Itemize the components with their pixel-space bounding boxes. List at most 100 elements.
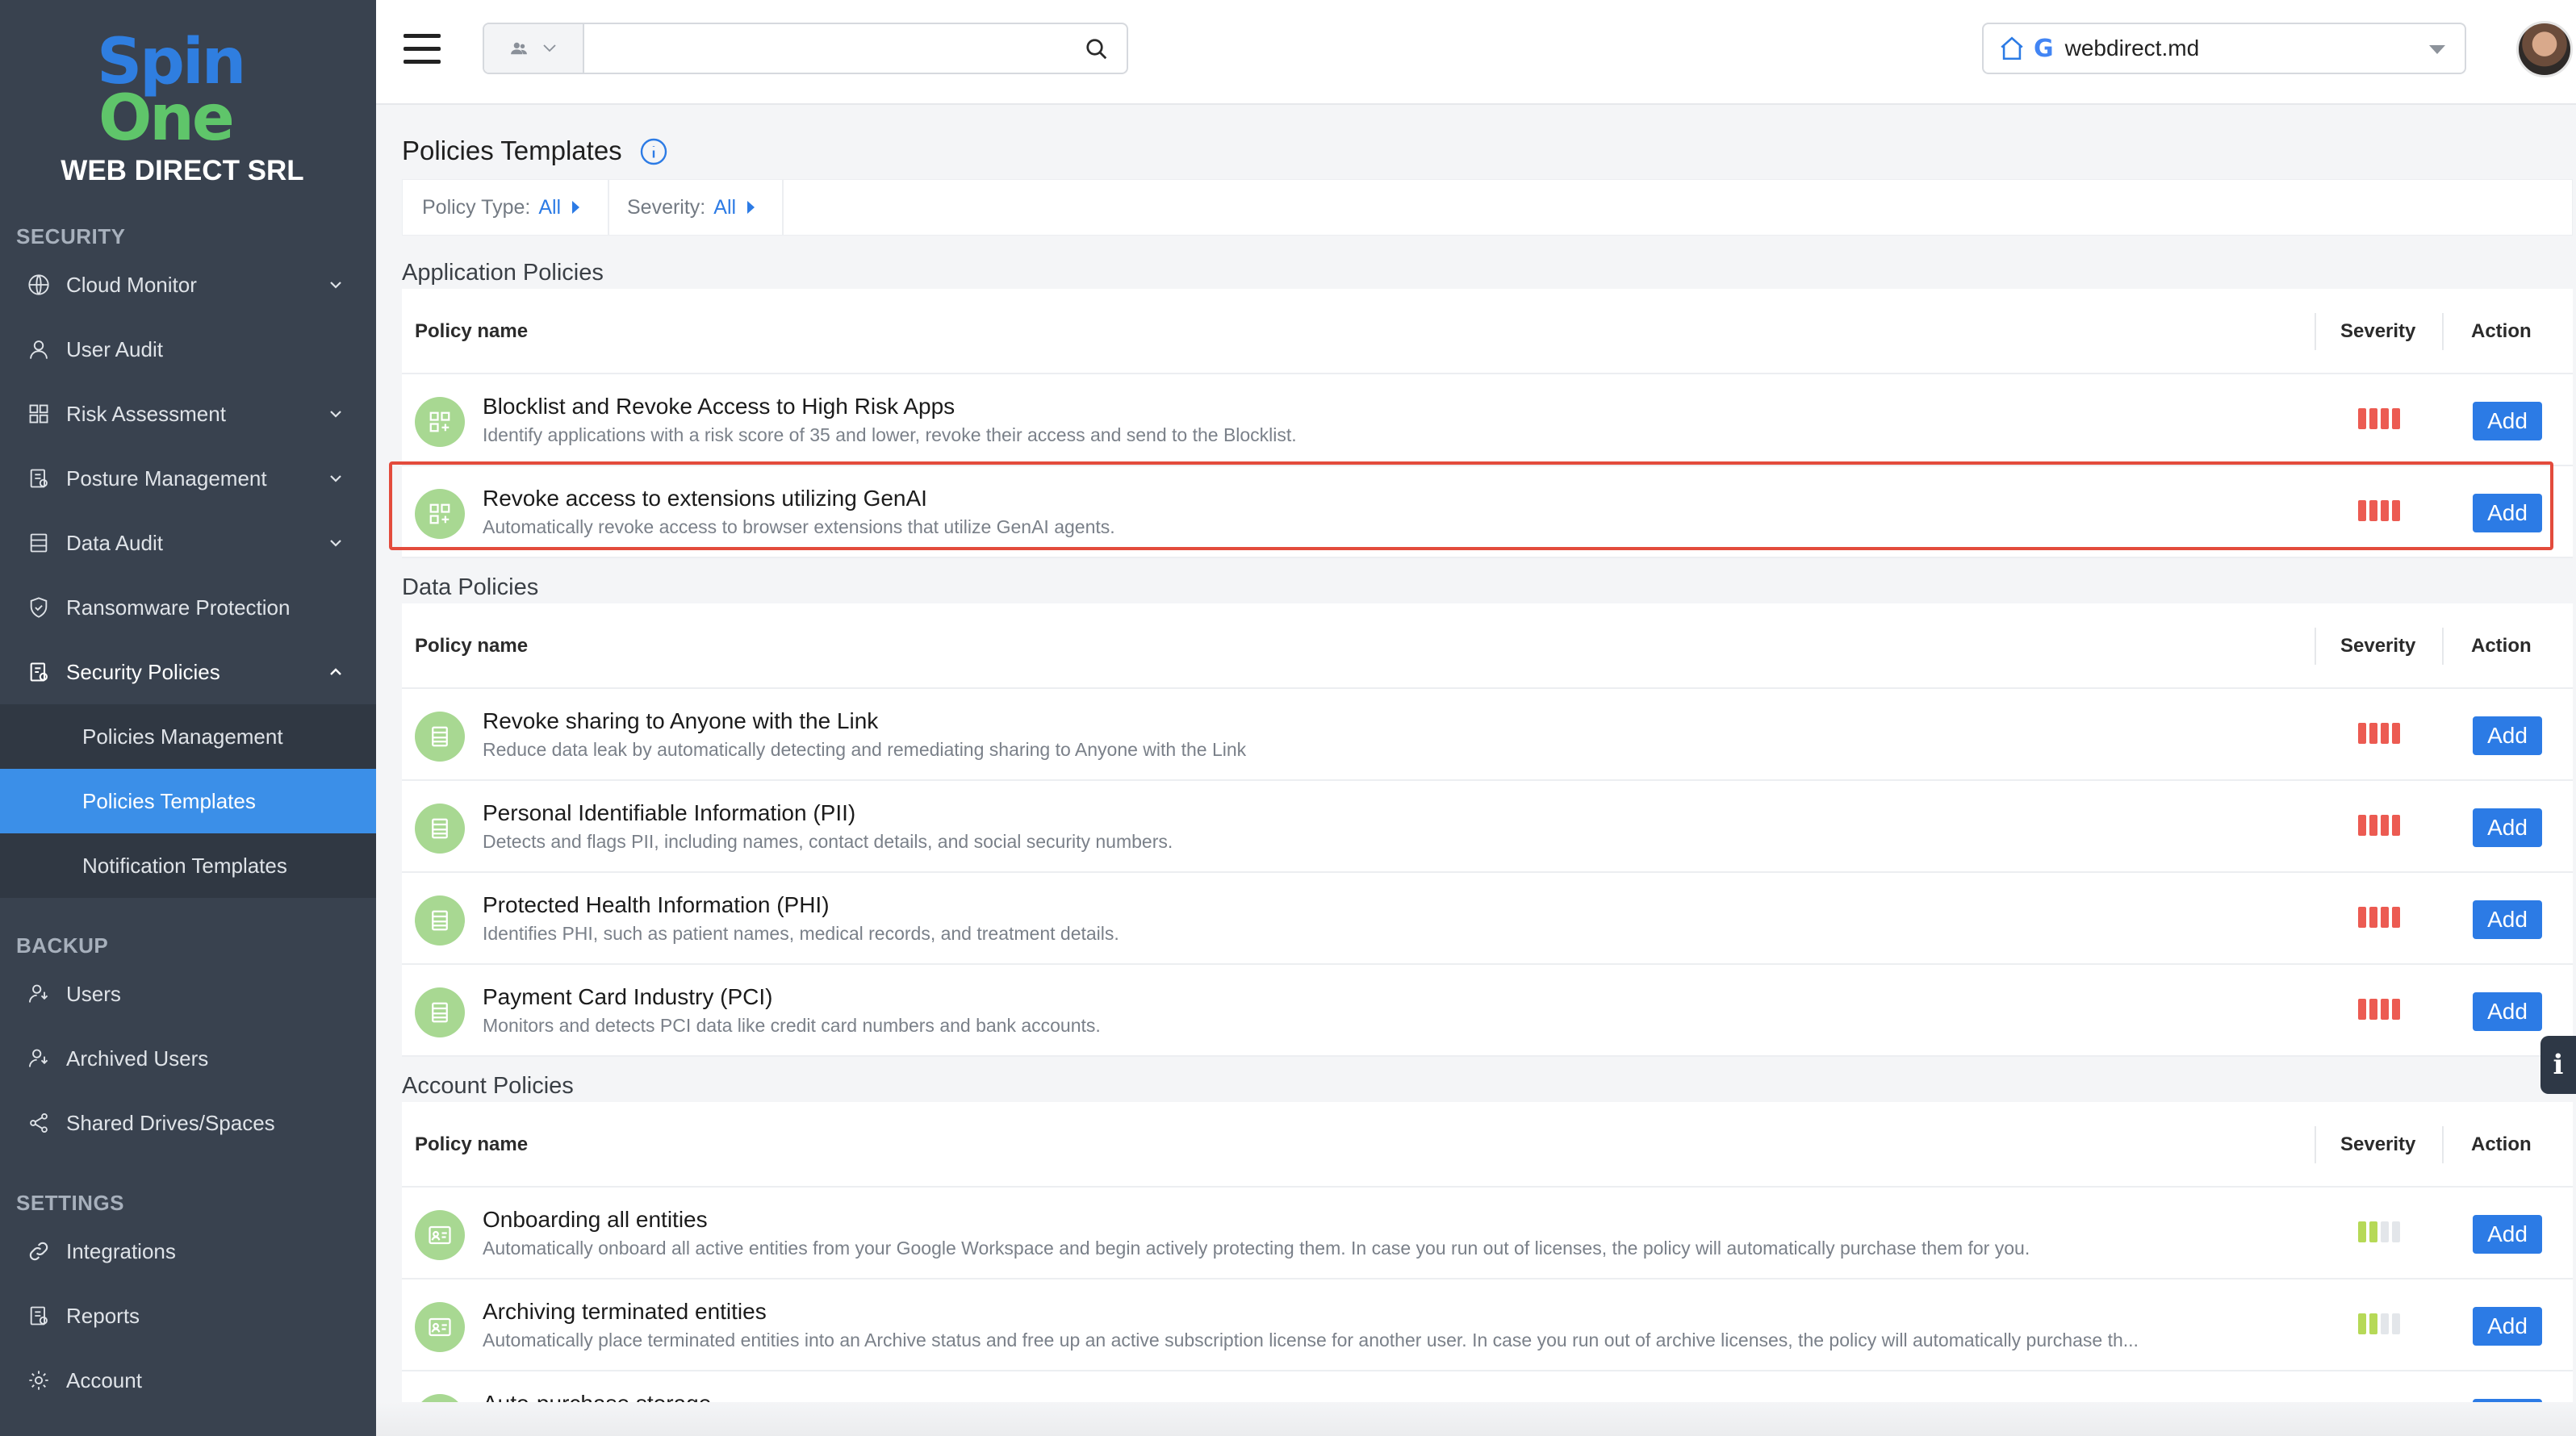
- domain-name: webdirect.md: [2064, 35, 2200, 61]
- severity-bar: [2392, 408, 2400, 429]
- filter-divider: [782, 180, 784, 235]
- info-side-tab[interactable]: i: [2540, 1036, 2576, 1094]
- sidebar-item-cloud-monitor[interactable]: Cloud Monitor: [0, 253, 376, 317]
- menu-toggle-button[interactable]: [404, 34, 441, 66]
- sidebar-item-users[interactable]: Users: [0, 962, 376, 1026]
- sidebar-item-security-policies[interactable]: Security Policies: [0, 640, 376, 704]
- sidebar: Spin One WEB DIRECT SRL SECURITY Cloud M…: [0, 0, 376, 1436]
- severity-bar: [2358, 907, 2366, 928]
- hamburger-line: [404, 34, 441, 38]
- severity-bar: [2381, 408, 2389, 429]
- sidebar-item-integrations[interactable]: Integrations: [0, 1219, 376, 1284]
- add-policy-button[interactable]: Add: [2473, 808, 2542, 847]
- sidebar-subitem-policies-management[interactable]: Policies Management: [0, 704, 376, 769]
- add-policy-button[interactable]: Add: [2473, 900, 2542, 939]
- table-row[interactable]: Protected Health Information (PHI) Identi…: [402, 873, 2573, 965]
- filter-value: All: [538, 195, 562, 219]
- severity-bar: [2369, 999, 2377, 1020]
- table-row[interactable]: Personal Identifiable Information (PII) D…: [402, 781, 2573, 873]
- search-input[interactable]: [589, 29, 1073, 68]
- column-header-policy-name: Policy name: [415, 1133, 529, 1155]
- severity-bar: [2381, 723, 2389, 744]
- column-header-policy-name: Policy name: [415, 635, 529, 657]
- sidebar-item-label: Integrations: [66, 1238, 176, 1263]
- shield-icon: [26, 595, 52, 620]
- add-policy-button[interactable]: Add: [2473, 1307, 2542, 1346]
- sidebar-item-risk-assessment[interactable]: Risk Assessment: [0, 382, 376, 446]
- clipboard-check-icon: [26, 465, 52, 491]
- sidebar-item-account[interactable]: Account: [0, 1348, 376, 1413]
- severity-bar: [2369, 815, 2377, 836]
- column-header-severity: Severity: [2340, 635, 2416, 657]
- sidebar-subitem-label: Policies Management: [82, 724, 283, 749]
- policy-name: Revoke sharing to Anyone with the Link: [483, 708, 879, 733]
- table-row[interactable]: Auto-purchase storageAdd: [402, 1371, 2573, 1402]
- severity-filter[interactable]: Severity: All: [627, 180, 755, 235]
- table-row[interactable]: Revoke access to extensions utilizing Ge…: [402, 466, 2573, 558]
- sidebar-item-reports[interactable]: Reports: [0, 1284, 376, 1348]
- policy-document-icon: [26, 659, 52, 685]
- add-policy-button[interactable]: Add: [2473, 494, 2542, 532]
- users-icon: [511, 42, 527, 55]
- column-divider: [2442, 628, 2444, 665]
- apps-icon: [415, 397, 465, 447]
- severity-bar: [2392, 1313, 2400, 1334]
- domain-selector[interactable]: G webdirect.md: [1982, 23, 2466, 74]
- table-row[interactable]: Payment Card Industry (PCI) Monitors and …: [402, 965, 2573, 1057]
- logo-text-one: One: [98, 82, 235, 155]
- sidebar-item-label: Posture Management: [66, 465, 267, 490]
- sidebar-item-posture-management[interactable]: Posture Management: [0, 446, 376, 511]
- column-divider: [2315, 1126, 2316, 1163]
- info-icon[interactable]: [639, 137, 668, 166]
- chevron-down-icon: [330, 411, 341, 418]
- policy-name: Personal Identifiable Information (PII): [483, 800, 856, 825]
- sidebar-subitem-policies-templates[interactable]: Policies Templates: [0, 769, 376, 833]
- sidebar-subitem-notification-templates[interactable]: Notification Templates: [0, 833, 376, 898]
- add-policy-button[interactable]: Add: [2473, 1215, 2542, 1254]
- policy-type-filter[interactable]: Policy Type: All: [422, 180, 580, 235]
- column-divider: [2442, 1126, 2444, 1163]
- policy-description: Reduce data leak by automatically detect…: [483, 739, 1247, 760]
- spinone-logo[interactable]: Spin One: [97, 26, 274, 155]
- search-scope-dropdown[interactable]: [484, 24, 584, 73]
- column-divider: [2442, 313, 2444, 350]
- section-title-settings: SETTINGS: [16, 1191, 125, 1215]
- table-row[interactable]: Revoke sharing to Anyone with the Link Re…: [402, 689, 2573, 781]
- sidebar-item-label: Security Policies: [66, 659, 220, 684]
- sidebar-item-ransomware-protection[interactable]: Ransomware Protection: [0, 575, 376, 640]
- severity-indicator: [2358, 815, 2403, 836]
- add-policy-button[interactable]: Add: [2473, 716, 2542, 755]
- sidebar-item-shared-drives[interactable]: Shared Drives/Spaces: [0, 1091, 376, 1155]
- severity-bar: [2369, 408, 2377, 429]
- policy-description: Identifies PHI, such as patient names, m…: [483, 923, 1119, 944]
- id-card-icon: [415, 1302, 465, 1352]
- sidebar-item-label: Ransomware Protection: [66, 595, 291, 620]
- sidebar-item-archived-users[interactable]: Archived Users: [0, 1026, 376, 1091]
- report-icon: [26, 1303, 52, 1329]
- add-policy-button[interactable]: Add: [2473, 992, 2542, 1031]
- table-row[interactable]: Onboarding all entities Automatically onb…: [402, 1188, 2573, 1279]
- severity-bar: [2392, 500, 2400, 521]
- database-icon: [26, 530, 52, 556]
- sidebar-item-user-audit[interactable]: User Audit: [0, 317, 376, 382]
- severity-bar: [2358, 815, 2366, 836]
- sidebar-item-data-audit[interactable]: Data Audit: [0, 511, 376, 575]
- filter-label: Severity:: [627, 195, 706, 219]
- add-policy-button[interactable]: Add: [2473, 402, 2542, 440]
- section-title-backup: BACKUP: [16, 933, 109, 958]
- security-policies-submenu: Policies Management Policies Templates N…: [0, 704, 376, 898]
- group-title-data: Data Policies: [402, 574, 539, 600]
- hamburger-line: [404, 60, 441, 64]
- link-icon: [26, 1238, 52, 1264]
- sidebar-item-label: Account: [66, 1367, 142, 1392]
- policy-description: Monitors and detects PCI data like credi…: [483, 1015, 1101, 1036]
- user-avatar[interactable]: [2516, 21, 2573, 77]
- severity-bar: [2381, 907, 2389, 928]
- document-icon: [415, 804, 465, 854]
- apps-icon: [415, 489, 465, 539]
- google-icon: G: [2034, 34, 2054, 63]
- search-icon[interactable]: [1085, 37, 1109, 61]
- table-row[interactable]: Archiving terminated entities Automatical…: [402, 1279, 2573, 1371]
- table-row[interactable]: Blocklist and Revoke Access to High Risk…: [402, 374, 2573, 466]
- policy-name: Onboarding all entities: [483, 1207, 708, 1232]
